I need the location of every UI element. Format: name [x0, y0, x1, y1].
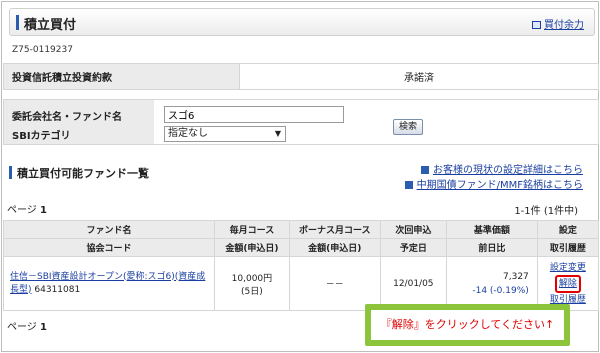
- col-next: 次回申込: [379, 220, 448, 239]
- change-settings-link[interactable]: 設定変更: [538, 261, 598, 275]
- monthly-day: (5日): [241, 286, 263, 297]
- category-selected-value: 指定なし: [168, 128, 208, 139]
- fund-table: ファンド名 毎月コース ボーナス月コース 次回申込 基準価額 設定 協会コード …: [3, 220, 600, 311]
- col-bonus: ボーナス月コース: [288, 220, 381, 239]
- next-date-cell: 12/01/05: [379, 256, 448, 311]
- arrow-square-icon: [404, 181, 413, 189]
- col-monthly: 毎月コース: [213, 220, 290, 239]
- settings-detail-label: お客様の現状の設定詳細はこちら: [433, 165, 583, 176]
- col-settings: 設定: [536, 220, 600, 239]
- monthly-cell: 10,000円 (5日): [213, 256, 290, 311]
- bonus-cell: －－: [288, 256, 381, 311]
- window-icon: [532, 21, 541, 29]
- col-monthly-amount: 金額(申込日): [213, 238, 290, 257]
- fund-name-label: 委託会社名・ファンド名: [12, 112, 122, 123]
- fund-name-input[interactable]: [164, 106, 344, 123]
- buying-power-link[interactable]: 買付余力: [532, 16, 584, 31]
- header-accent: [16, 15, 19, 30]
- settings-cell: 設定変更 解除 取引履歴: [536, 256, 600, 311]
- nav-cell: 7,327 -14 (-0.19%): [446, 256, 538, 311]
- arrow-square-icon: [421, 166, 429, 174]
- agreement-table: 投資信託積立投資約款 承諾済: [3, 63, 599, 90]
- category-label: SBIカテゴリ: [12, 131, 71, 142]
- col-fund: ファンド名: [3, 220, 215, 239]
- search-form: 委託会社名・ファンド名 SBIカテゴリ 指定なし ▼ 検索: [3, 99, 599, 145]
- fund-code: 64311081: [34, 284, 81, 295]
- page-label: ページ: [7, 322, 37, 333]
- pagination-top: ページ 1: [7, 201, 47, 216]
- settings-detail-link[interactable]: お客様の現状の設定詳細はこちら: [421, 161, 583, 176]
- agreement-label: 投資信託積立投資約款: [3, 63, 240, 90]
- cancel-highlight: 解除: [554, 274, 581, 293]
- mmf-link-label: 中期国債ファンド/MMF銘柄はこちら: [416, 180, 583, 191]
- instruction-callout: 『解除』をクリックしてください↑: [365, 304, 570, 346]
- col-nav: 基準価額: [446, 220, 538, 239]
- page-number: 1: [40, 205, 47, 216]
- fund-list-title-text: 積立買付可能ファンド一覧: [17, 167, 149, 180]
- account-number: Z75-0119237: [12, 45, 73, 55]
- col-change: 前日比: [446, 238, 538, 257]
- fund-cell: 住信－SBI資産設計オープン(愛称:スゴ6)(資産成長型) 64311081: [3, 256, 215, 311]
- buying-power-label: 買付余力: [544, 20, 584, 31]
- nav-value: 7,327: [503, 271, 529, 282]
- col-code: 協会コード: [3, 238, 215, 257]
- agreement-status: 承諾済: [239, 63, 599, 90]
- mmf-link[interactable]: 中期国債ファンド/MMF銘柄はこちら: [404, 176, 583, 191]
- col-bonus-amount: 金額(申込日): [288, 238, 381, 257]
- page-title: 積立買付: [24, 18, 77, 33]
- col-next-date: 予定日: [379, 238, 448, 257]
- cancel-link[interactable]: 解除: [559, 277, 577, 291]
- page-frame: 積立買付 買付余力 Z75-0119237 投資信託積立投資約款 承諾済 委託会…: [1, 1, 600, 352]
- instruction-text: 『解除』をクリックしてください↑: [371, 310, 564, 340]
- section-accent: [9, 166, 12, 179]
- search-button[interactable]: 検索: [393, 119, 423, 135]
- result-count: 1-1件 (1件中): [514, 206, 578, 217]
- monthly-amount: 10,000円: [231, 273, 273, 284]
- page-header: 積立買付 買付余力: [9, 8, 595, 36]
- col-history: 取引履歴: [536, 238, 600, 257]
- table-row: 住信－SBI資産設計オープン(愛称:スゴ6)(資産成長型) 64311081 1…: [3, 256, 600, 311]
- nav-change: -14 (-0.19%): [472, 285, 529, 296]
- page-label: ページ: [7, 205, 37, 216]
- page-number: 1: [40, 322, 47, 333]
- dropdown-arrow-icon: ▼: [274, 129, 281, 138]
- category-select[interactable]: 指定なし ▼: [164, 126, 286, 142]
- fund-list-title: 積立買付可能ファンド一覧: [9, 165, 149, 181]
- pagination-bottom: ページ 1: [7, 318, 47, 333]
